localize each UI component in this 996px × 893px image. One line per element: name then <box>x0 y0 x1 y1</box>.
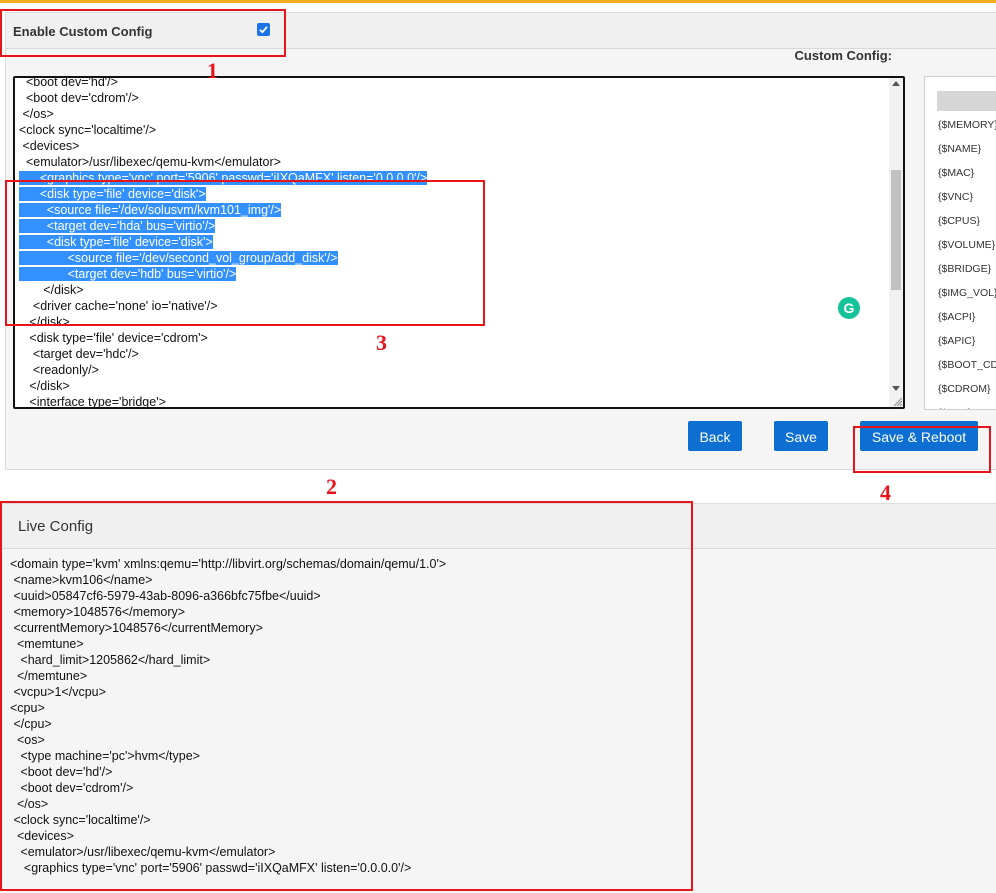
annotation-box-1 <box>0 9 286 57</box>
variable-item[interactable]: {$BOOT_CD} <box>938 359 996 383</box>
variable-item[interactable]: {$PAE} <box>938 407 996 409</box>
editor-scrollbar[interactable] <box>889 78 903 407</box>
editor-line: <boot dev='hd'/> <box>19 76 118 89</box>
editor-line: <boot dev='cdrom'/> <box>19 91 139 105</box>
variable-item[interactable]: {$CDROM} <box>938 383 996 407</box>
scroll-down-arrow-icon[interactable] <box>892 386 900 391</box>
editor-line: <readonly/> <box>19 363 99 377</box>
annotation-number-2: 2 <box>326 474 337 499</box>
annotation-box-2 <box>0 501 693 891</box>
editor-line: <clock sync='localtime'/> <box>19 123 157 137</box>
back-button[interactable]: Back <box>688 421 742 451</box>
variable-item[interactable]: {$BRIDGE} <box>938 263 996 287</box>
annotation-number-4: 4 <box>880 480 891 505</box>
scroll-up-arrow-icon[interactable] <box>892 81 900 86</box>
variable-item[interactable]: {$MAC} <box>938 167 996 191</box>
variables-items: {$MEMORY} {$NAME} {$MAC} {$VNC} {$CPUS} {$VOL… <box>938 119 996 409</box>
editor-line: <target dev='hdc'/> <box>19 347 139 361</box>
annotation-box-3 <box>5 180 485 326</box>
editor-line: <disk type='file' device='cdrom'> <box>19 331 208 345</box>
annotation-number-3: 3 <box>376 330 387 355</box>
editor-line: <interface type='bridge'> <box>19 395 166 409</box>
variable-item[interactable]: {$ACPI} <box>938 311 996 335</box>
resize-handle-icon[interactable] <box>892 396 902 406</box>
save-button[interactable]: Save <box>774 421 828 451</box>
grammarly-icon[interactable]: G <box>838 297 860 319</box>
variable-item[interactable]: {$NAME} <box>938 143 996 167</box>
variable-item[interactable]: {$IMG_VOL} <box>938 287 996 311</box>
annotation-number-1: 1 <box>207 58 218 83</box>
scrollbar-thumb[interactable] <box>891 170 901 290</box>
variable-item[interactable]: {$VOLUME} <box>938 239 996 263</box>
editor-line: </disk> <box>19 379 70 393</box>
variable-item[interactable]: {$MEMORY} <box>938 119 996 143</box>
top-accent-bar <box>0 0 996 3</box>
editor-line: <emulator>/usr/libexec/qemu-kvm</emulato… <box>19 155 281 169</box>
editor-line: </os> <box>19 107 54 121</box>
variable-item[interactable]: {$VNC} <box>938 191 996 215</box>
annotation-box-4 <box>853 426 991 473</box>
custom-config-label: Custom Config: <box>794 48 892 63</box>
variable-item[interactable]: {$CPUS} <box>938 215 996 239</box>
variables-list: {$MEMORY} {$NAME} {$MAC} {$VNC} {$CPUS} {$VOL… <box>924 76 996 410</box>
variables-list-header <box>937 91 996 111</box>
editor-line: <devices> <box>19 139 80 153</box>
variable-item[interactable]: {$APIC} <box>938 335 996 359</box>
